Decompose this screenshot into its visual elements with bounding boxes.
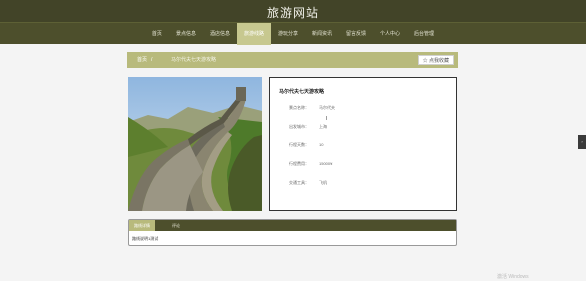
field-value-attraction: 马尔代夫 (319, 105, 335, 110)
nav-item-profile[interactable]: 个人中心 (373, 23, 407, 45)
field-value-transport: 飞机 (319, 180, 327, 185)
tab-comments[interactable]: 评论 (167, 220, 185, 231)
main-nav: 首页 景点信息 酒店信息 旅游线路 游玩分享 新闻资讯 留言反馈 个人中心 后台… (0, 22, 586, 45)
nav-item-routes[interactable]: 旅游线路 (236, 23, 271, 45)
favorite-button[interactable]: ☆ 点我收藏 (417, 55, 454, 65)
nav-item-admin[interactable]: 后台管理 (407, 23, 441, 45)
breadcrumb: 首页 / 马尔代夫七天游攻略 ☆ 点我收藏 (127, 52, 458, 68)
route-info-panel: 马尔代夫七天游攻略 景点名称： 马尔代夫 出发城市： 上海 行程天数： 10 行… (269, 77, 457, 211)
side-collapse-handle[interactable]: › (578, 135, 586, 149)
nav-item-feedback[interactable]: 留言反馈 (339, 23, 373, 45)
windows-activation-watermark: 激活 Windows (497, 274, 529, 280)
detail-tabs: 路线详情 评论 路线说明1测试 (128, 219, 457, 246)
tab-route-details[interactable]: 路线详情 (129, 220, 155, 231)
nav-item-home[interactable]: 首页 (145, 23, 169, 45)
nav-item-attractions[interactable]: 景点信息 (169, 23, 203, 45)
great-wall-image (128, 77, 262, 211)
text-cursor-icon: I (326, 116, 328, 122)
route-title: 马尔代夫七天游攻略 (279, 89, 325, 95)
field-label-departure-city: 出发城市： (289, 124, 309, 129)
field-label-days: 行程天数： (289, 142, 309, 147)
field-value-days: 10 (319, 142, 324, 147)
route-photo (128, 77, 262, 211)
tab-content: 路线说明1测试 (132, 236, 159, 241)
nav-item-news[interactable]: 新闻资讯 (305, 23, 339, 45)
nav-item-hotels[interactable]: 酒店信息 (203, 23, 237, 45)
breadcrumb-current: 马尔代夫七天游攻略 (171, 57, 217, 63)
tab-bar: 路线详情 评论 (129, 220, 456, 231)
site-title: 旅游网站 (266, 6, 319, 20)
field-label-attraction: 景点名称： (289, 105, 309, 110)
field-value-departure-city: 上海 (319, 124, 327, 129)
breadcrumb-home[interactable]: 首页 (137, 52, 147, 68)
site-header: 旅游网站 首页 景点信息 酒店信息 旅游线路 游玩分享 新闻资讯 留言反馈 个人… (0, 0, 586, 45)
field-value-cost: 15000¥ (319, 161, 333, 166)
breadcrumb-separator: / (151, 57, 153, 63)
field-label-transport: 交通工具： (289, 180, 309, 185)
nav-item-sharing[interactable]: 游玩分享 (271, 23, 305, 45)
field-label-cost: 行程费用： (289, 161, 309, 166)
